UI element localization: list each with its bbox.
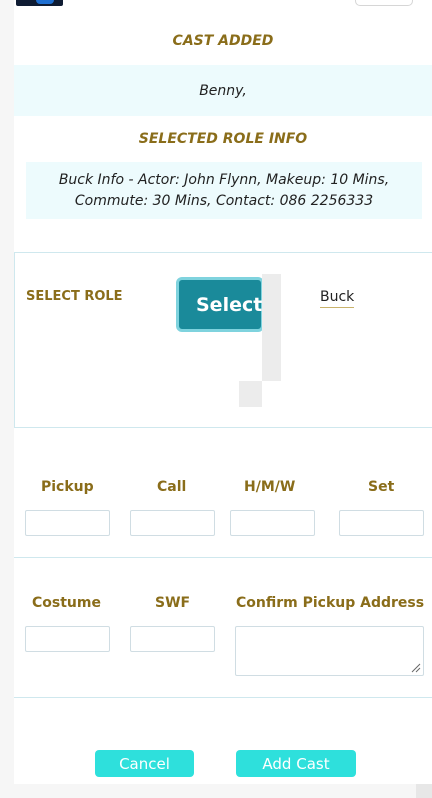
- dropdown-scrollbar[interactable]: [262, 274, 281, 381]
- add-cast-button[interactable]: Add Cast: [236, 750, 356, 777]
- select-role-button-label: Select: [196, 293, 263, 316]
- pickup-label: Pickup: [41, 479, 94, 495]
- selected-role-value[interactable]: Buck: [320, 289, 355, 308]
- dropdown-scroll-thumb[interactable]: [239, 381, 262, 407]
- app-logo: [16, 0, 63, 6]
- costume-label: Costume: [32, 595, 101, 611]
- set-input[interactable]: [339, 510, 424, 536]
- section-divider: [14, 557, 432, 558]
- cast-added-title: CAST ADDED: [172, 33, 274, 49]
- hmw-input[interactable]: [230, 510, 315, 536]
- swf-input[interactable]: [130, 626, 215, 652]
- role-info-text: Buck Info - Actor: John Flynn, Makeup: 1…: [58, 171, 390, 209]
- top-right-button[interactable]: [355, 0, 413, 6]
- resize-grip-icon[interactable]: [411, 663, 421, 673]
- left-gutter: [0, 0, 14, 784]
- section-divider: [14, 697, 432, 698]
- role-info-box: Buck Info - Actor: John Flynn, Makeup: 1…: [26, 162, 422, 219]
- cast-added-box: Benny,: [14, 65, 432, 116]
- costume-input[interactable]: [25, 626, 110, 652]
- cancel-button[interactable]: Cancel: [95, 750, 194, 777]
- call-label: Call: [157, 479, 187, 495]
- select-role-button[interactable]: Select: [176, 277, 264, 332]
- select-role-label: SELECT ROLE: [26, 289, 123, 304]
- set-label: Set: [368, 479, 395, 495]
- role-info-title: SELECTED ROLE INFO: [138, 131, 308, 147]
- hmw-label: H/M/W: [244, 479, 296, 495]
- swf-label: SWF: [155, 595, 191, 611]
- bottom-gutter: [0, 784, 432, 798]
- pickup-input[interactable]: [25, 510, 110, 536]
- call-input[interactable]: [130, 510, 215, 536]
- confirm-address-label: Confirm Pickup Address: [236, 595, 425, 611]
- scroll-corner: [416, 784, 432, 798]
- cast-added-names: Benny,: [199, 82, 247, 99]
- confirm-address-textarea[interactable]: [235, 626, 424, 676]
